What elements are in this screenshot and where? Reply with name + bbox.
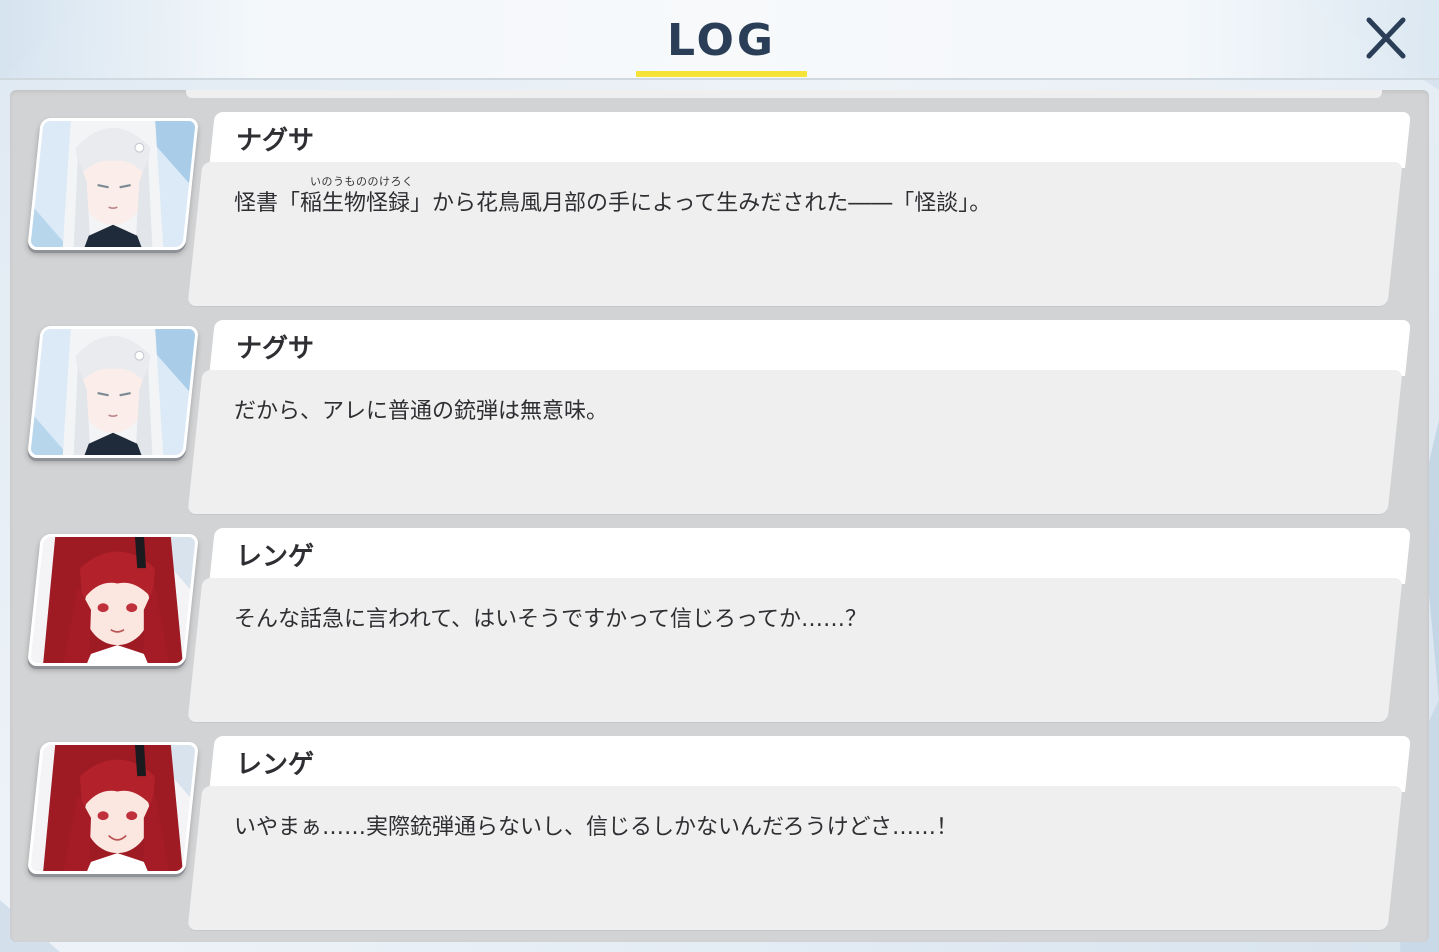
dialogue-text: そんな話急に言われて、はいそうですかって信じろってか……？ bbox=[234, 607, 867, 632]
dialogue-box bbox=[187, 578, 1403, 722]
speaker-bar bbox=[209, 736, 1411, 792]
close-icon bbox=[1366, 17, 1406, 59]
log-entry: ナグサ だから、アレに普通の銃弾は無意味。 bbox=[10, 298, 1429, 514]
close-button[interactable] bbox=[1360, 12, 1412, 64]
nagusa-avatar bbox=[27, 118, 199, 250]
speaker-name: ナグサ bbox=[236, 334, 315, 364]
nagusa-avatar bbox=[27, 326, 199, 458]
speaker-bar bbox=[209, 112, 1411, 168]
speaker-name: レンゲ bbox=[236, 750, 315, 780]
dialogue-text: いやまぁ……実際銃弾通らないし、信じるしかないんだろうけどさ……！ bbox=[234, 815, 959, 840]
dialogue-text: だから、アレに普通の銃弾は無意味。 bbox=[234, 399, 609, 424]
dialogue-text: 怪書「稲生物怪録」から花鳥風月部の手によって生みだされた――「怪談」。 bbox=[234, 191, 992, 216]
dialogue-box bbox=[187, 370, 1403, 514]
title-underline bbox=[636, 71, 807, 77]
log-panel[interactable]: ナグサ いのうもののけろく 怪書「稲生物怪録」から花鳥風月部の手によって生みださ… bbox=[10, 90, 1429, 942]
dialogue-box bbox=[187, 786, 1403, 930]
log-entry: ナグサ いのうもののけろく 怪書「稲生物怪録」から花鳥風月部の手によって生みださ… bbox=[10, 90, 1429, 306]
header-bar: LOG bbox=[0, 0, 1439, 80]
speaker-name: レンゲ bbox=[236, 542, 315, 572]
speaker-name: ナグサ bbox=[236, 126, 315, 156]
renge-avatar bbox=[27, 742, 199, 874]
log-entry: レンゲ そんな話急に言われて、はいそうですかって信じろってか……？ bbox=[10, 506, 1429, 722]
speaker-bar bbox=[209, 528, 1411, 584]
log-entry: レンゲ いやまぁ……実際銃弾通らないし、信じるしかないんだろうけどさ……！ bbox=[10, 714, 1429, 930]
page-title: LOG bbox=[667, 15, 776, 66]
renge-avatar bbox=[27, 534, 199, 666]
speaker-bar bbox=[209, 320, 1411, 376]
